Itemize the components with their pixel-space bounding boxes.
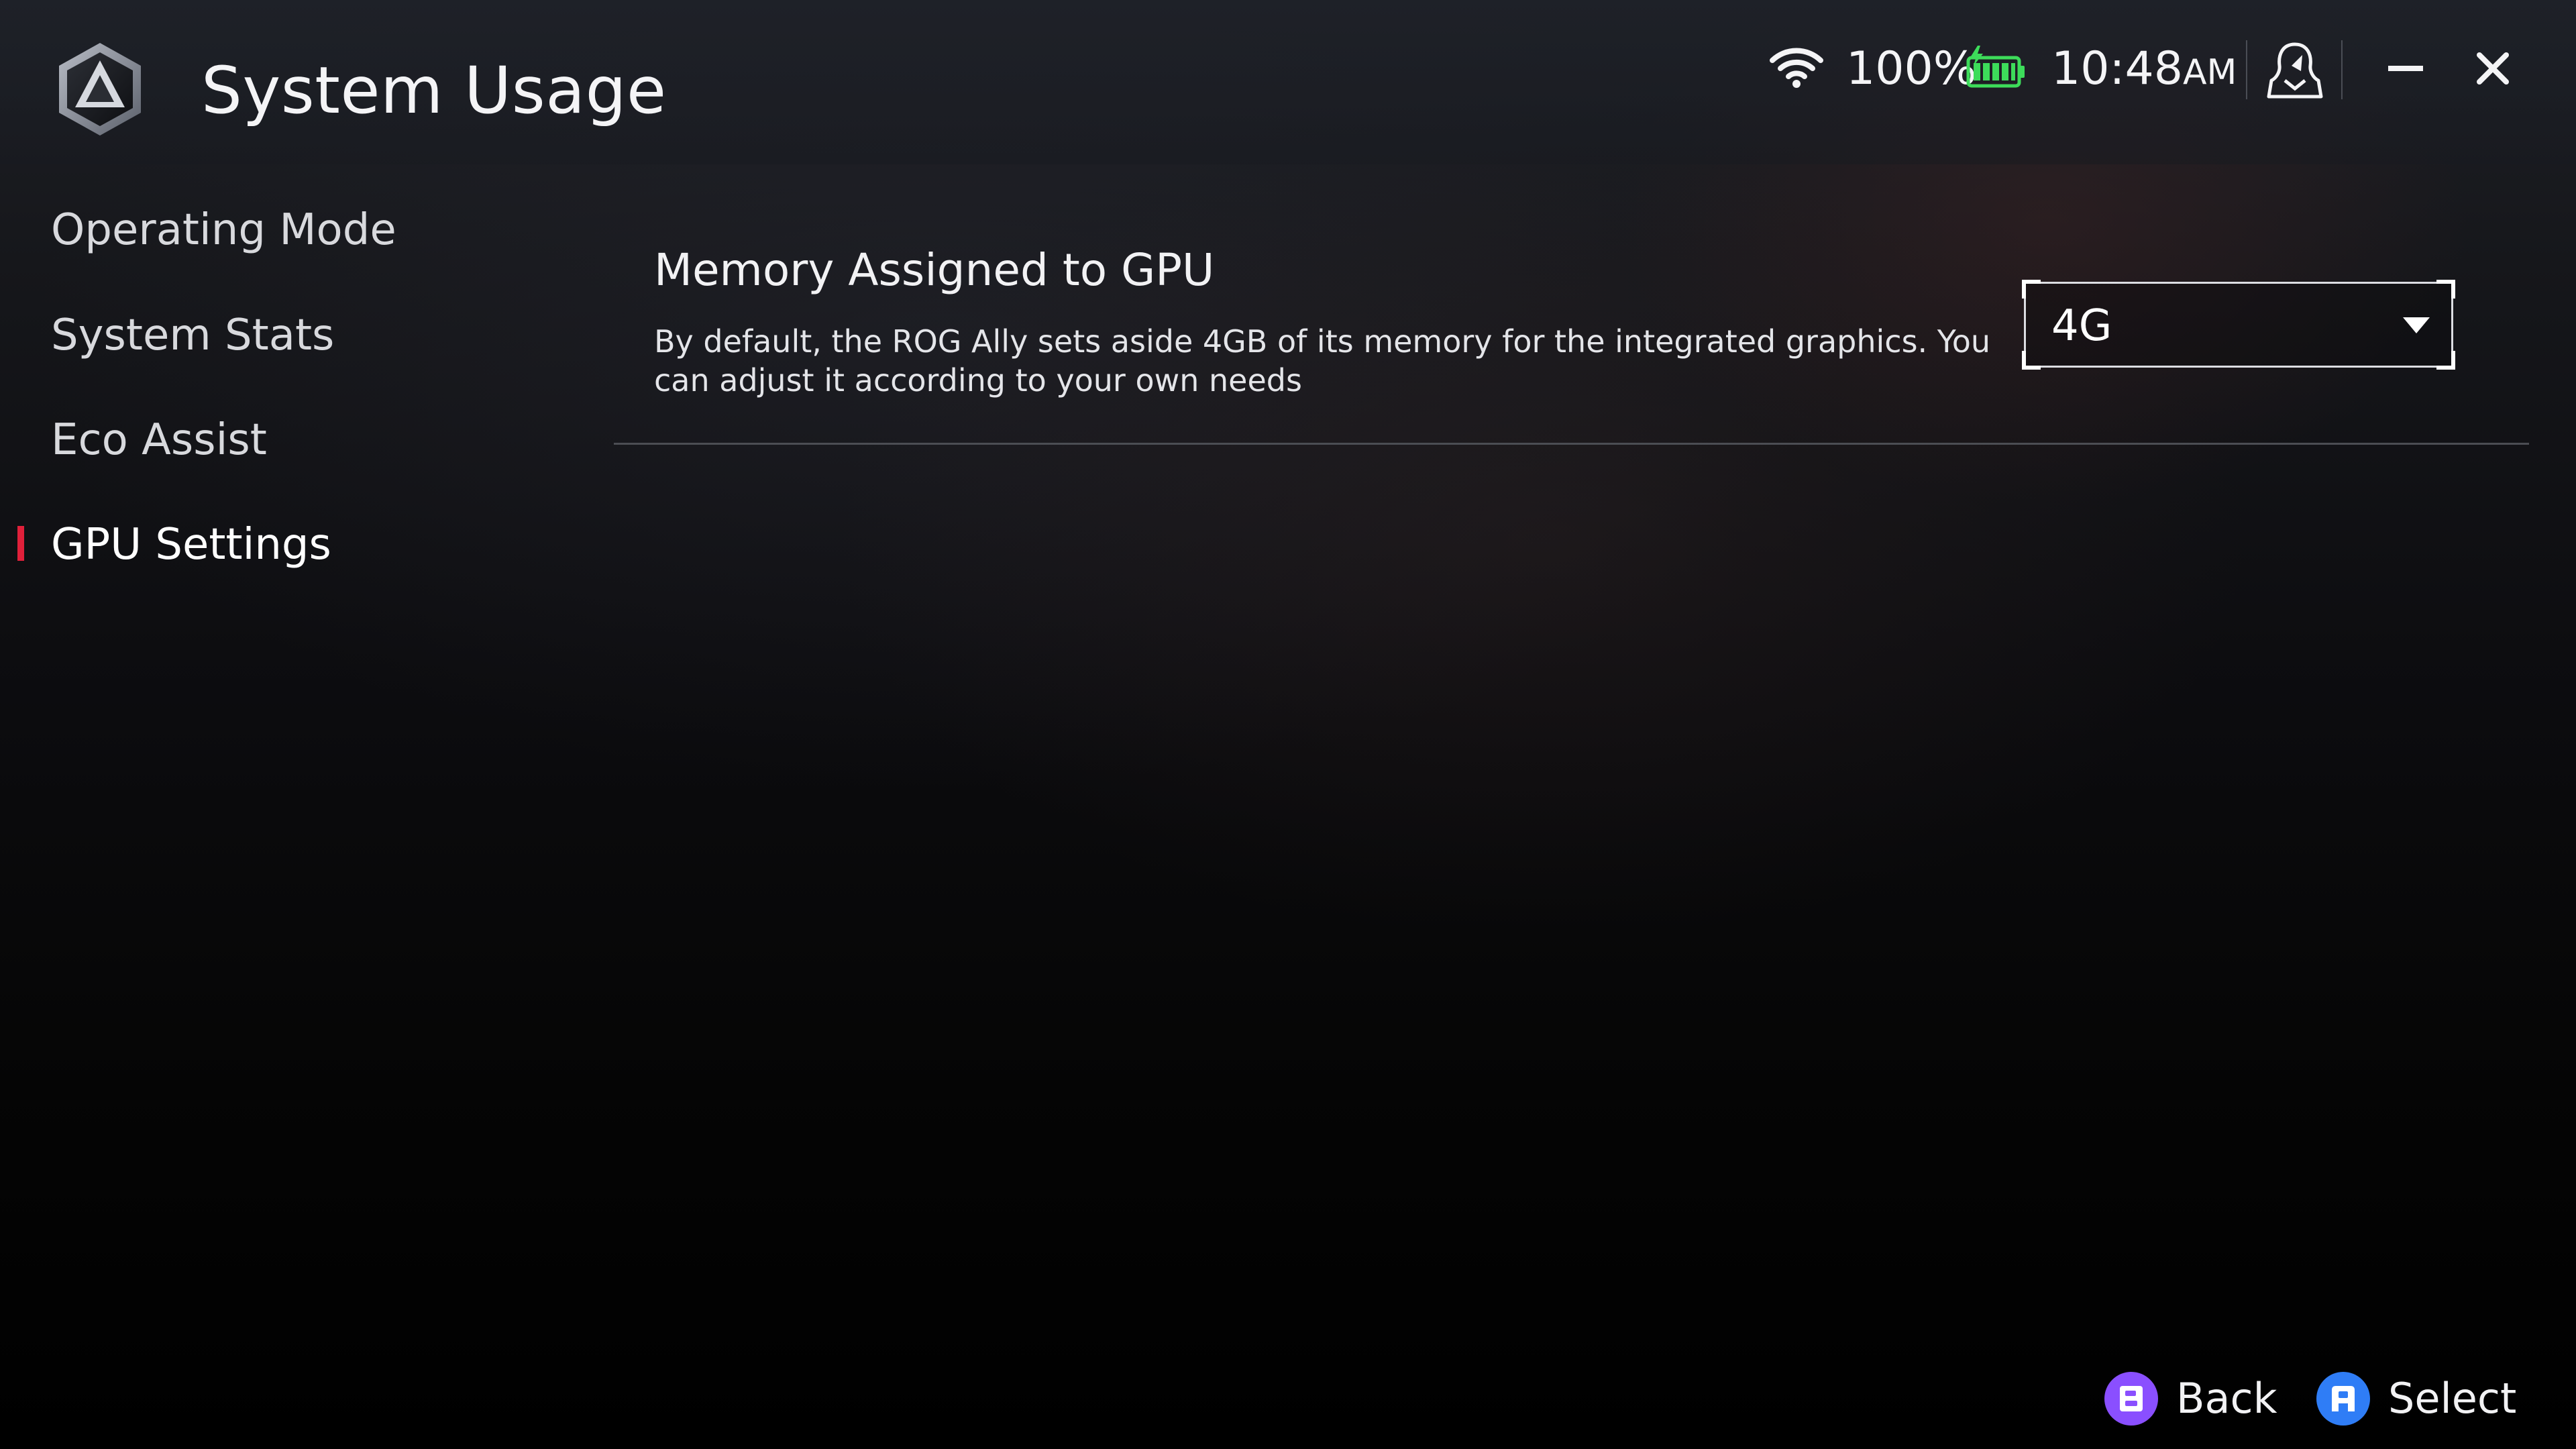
focus-corner [2022,280,2041,299]
user-profile-icon[interactable] [2262,39,2328,99]
clock-ampm: AM [2182,52,2237,93]
sidebar-item-eco-assist[interactable]: Eco Assist [51,410,267,470]
gpu-memory-dropdown[interactable]: 4G [2022,280,2455,370]
back-label: Back [2176,1374,2277,1423]
close-icon [2477,52,2509,85]
clock-time: 10:48 [2051,42,2183,95]
armoury-crate-logo-icon [55,40,146,138]
close-button[interactable] [2471,47,2514,90]
sidebar-item-operating-mode[interactable]: Operating Mode [51,200,396,260]
sidebar-item-gpu-settings[interactable]: GPU Settings [51,515,331,575]
focus-corner [2436,280,2455,299]
wifi-icon [1770,46,1823,89]
setting-description: By default, the ROG Ally sets aside 4GB … [654,323,1991,398]
setting-memory-assigned-to-gpu: Memory Assigned to GPU By default, the R… [614,228,2529,445]
select-label: Select [2388,1374,2517,1423]
status-separator [2246,40,2247,99]
setting-title: Memory Assigned to GPU [654,244,1215,296]
battery-percentage: 100% [1846,42,1977,95]
minimize-icon [2388,66,2423,71]
page-title: System Usage [201,53,667,128]
a-button-icon [2316,1371,2371,1426]
focus-corner [2022,351,2041,370]
clock: 10:48AM [2051,39,2237,103]
sidebar-item-system-stats[interactable]: System Stats [51,305,334,366]
dropdown-selected-value: 4G [2051,301,2112,351]
active-indicator [17,526,24,561]
focus-corner [2436,351,2455,370]
battery-charging-icon [1966,46,2027,90]
b-button-icon [2104,1371,2159,1426]
divider [614,443,2529,445]
status-separator [2341,40,2343,99]
chevron-down-icon [2402,315,2431,335]
minimize-button[interactable] [2381,47,2430,90]
